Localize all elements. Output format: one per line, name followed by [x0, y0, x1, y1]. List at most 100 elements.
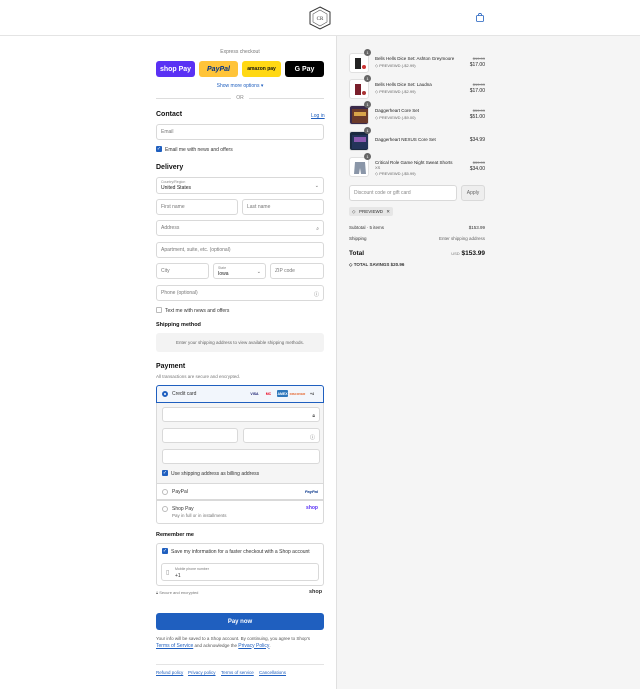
shipping-row: Shipping Enter shipping address: [349, 236, 485, 241]
header: CR: [0, 0, 640, 36]
shop-pay-option[interactable]: Shop Pay Pay in full or in installments …: [156, 500, 324, 524]
paypal-button[interactable]: PayPal: [199, 61, 238, 77]
zip-field[interactable]: ZIP code: [270, 263, 324, 279]
state-label: State: [218, 266, 227, 270]
cancellations-link[interactable]: Cancellations: [259, 670, 286, 675]
credit-card-radio[interactable]: [162, 391, 168, 397]
login-link[interactable]: Log in: [311, 113, 325, 119]
security-code-field[interactable]: ⓘ: [243, 428, 320, 443]
item-name: Critical Role Game Night Sweat Shorts: [375, 160, 453, 165]
shop-pay-sub: Pay in full or in installments: [172, 513, 227, 518]
paypal-label: PayPal: [172, 489, 188, 495]
delivery-title: Delivery: [156, 164, 184, 171]
credit-card-label: Credit card: [172, 391, 197, 397]
discount-tag: ◇ PREVIEWD ✕: [349, 207, 393, 216]
item-original-price: $19.99: [472, 56, 485, 61]
name-on-card-field[interactable]: [162, 449, 320, 464]
apply-discount-button[interactable]: Apply: [461, 185, 485, 201]
google-pay-button[interactable]: G Pay: [285, 61, 324, 77]
total-row: Total USD $153.99: [349, 250, 485, 257]
card-number-field[interactable]: 🔒︎: [162, 407, 320, 422]
first-name-placeholder: First name: [161, 204, 185, 210]
apartment-placeholder: Apartment, suite, etc. (optional): [161, 247, 231, 253]
city-field[interactable]: City: [156, 263, 209, 279]
item-original-price: $19.99: [472, 82, 485, 87]
total-label: Total: [349, 250, 365, 257]
savings-label: TOTAL SAVINGS: [353, 262, 390, 267]
terms-of-service-link[interactable]: Terms of Service: [156, 643, 193, 649]
order-item: 1 Daggerheart NEXUS Core Set $34.99: [349, 127, 485, 151]
discover-icon: DISCOVER: [289, 391, 306, 396]
paypal-radio[interactable]: [162, 489, 168, 495]
phone-field[interactable]: Phone (optional) ⓘ: [156, 285, 324, 301]
first-name-field[interactable]: First name: [156, 199, 238, 215]
remove-discount-icon[interactable]: ✕: [386, 209, 390, 215]
item-discount: ◇ PREVIEWD (-$9.00): [375, 115, 416, 120]
order-item: 1 Critical Role Game Night Sweat Shorts …: [349, 153, 485, 177]
item-name: Daggerheart NEXUS Core Set: [375, 137, 436, 142]
text-me-checkbox[interactable]: [156, 307, 162, 313]
item-discount-text: PREVIEWD (-$2.99): [379, 63, 416, 68]
shipping-method-title: Shipping method: [156, 322, 201, 328]
mastercard-icon: MC: [265, 391, 272, 396]
divider-line: [249, 98, 324, 99]
address-field[interactable]: Address ⌕: [156, 220, 324, 236]
subtotal-label: Subtotal · 5 items: [349, 225, 385, 230]
help-circle-icon[interactable]: ⓘ: [310, 434, 315, 441]
terms-of-service-footer-link[interactable]: Terms of service: [221, 670, 254, 675]
lock-icon: 🔒︎: [312, 413, 315, 419]
product-image: [349, 157, 369, 177]
text-me-label: Text me with news and offers: [165, 308, 230, 314]
city-placeholder: City: [161, 268, 170, 274]
quantity-badge: 1: [364, 49, 371, 56]
paypal-logo: PayPal: [304, 489, 318, 494]
privacy-policy-footer-link[interactable]: Privacy policy: [188, 670, 216, 675]
privacy-policy-link[interactable]: Privacy Policy: [238, 643, 269, 649]
payment-title: Payment: [156, 363, 186, 370]
news-checkbox[interactable]: ✓: [156, 146, 162, 152]
total-amount: USD $153.99: [451, 250, 485, 257]
shop-pay-label: Shop Pay: [172, 506, 194, 512]
pay-now-button[interactable]: Pay now: [156, 613, 324, 630]
shop-pay-radio[interactable]: [162, 506, 168, 512]
disclaimer-part: and acknowledge the: [193, 642, 239, 648]
save-info-checkbox[interactable]: ✓: [162, 548, 168, 554]
chevron-down-icon: ⌄: [256, 269, 261, 275]
discount-code-field[interactable]: Discount code or gift card: [349, 185, 457, 201]
country-select[interactable]: Country/Region United States ⌄: [156, 177, 324, 194]
amazon-pay-button[interactable]: amazon pay: [242, 61, 281, 77]
product-image: [349, 131, 369, 151]
store-logo[interactable]: CR: [309, 6, 331, 30]
help-circle-icon[interactable]: ⓘ: [314, 291, 319, 298]
disclaimer-text: Your info will be saved to a Shop accoun…: [156, 636, 324, 649]
or-divider: OR: [156, 95, 324, 101]
product-image: [349, 105, 369, 125]
tag-icon: ◇: [352, 209, 356, 214]
mobile-phone-field[interactable]: ▯ Mobile phone number +1: [161, 563, 319, 581]
email-field[interactable]: Email: [156, 124, 324, 140]
item-discount-text: PREVIEWD (-$2.99): [379, 89, 416, 94]
expiry-field[interactable]: [162, 428, 238, 443]
currency-label: USD: [451, 251, 460, 256]
shipping-value: Enter shipping address: [438, 236, 485, 241]
show-more-options-link[interactable]: Show more options ▾: [156, 83, 324, 89]
state-select[interactable]: State Iowa ⌄: [213, 263, 266, 279]
footer-divider: [156, 664, 324, 665]
last-name-field[interactable]: Last name: [242, 199, 324, 215]
shopping-bag-icon[interactable]: [476, 13, 484, 22]
shop-pay-button[interactable]: shop Pay: [156, 61, 195, 77]
address-placeholder: Address: [161, 225, 180, 231]
secure-label: Secure and encrypted: [159, 590, 199, 595]
paypal-option[interactable]: PayPal PayPal: [156, 483, 324, 500]
mobile-phone-label: Mobile phone number: [175, 567, 209, 571]
shipping-label: Shipping: [349, 236, 367, 241]
svg-text:CR: CR: [317, 17, 324, 22]
quantity-badge: 1: [364, 101, 371, 108]
apartment-field[interactable]: Apartment, suite, etc. (optional): [156, 242, 324, 258]
mobile-phone-icon: ▯: [166, 570, 170, 576]
total-value: $153.99: [461, 250, 486, 257]
email-placeholder: Email: [161, 129, 174, 135]
item-discount: ◇ PREVIEWD (-$2.99): [375, 63, 416, 68]
refund-policy-link[interactable]: Refund policy: [156, 670, 183, 675]
billing-address-checkbox[interactable]: ✓: [162, 470, 168, 476]
